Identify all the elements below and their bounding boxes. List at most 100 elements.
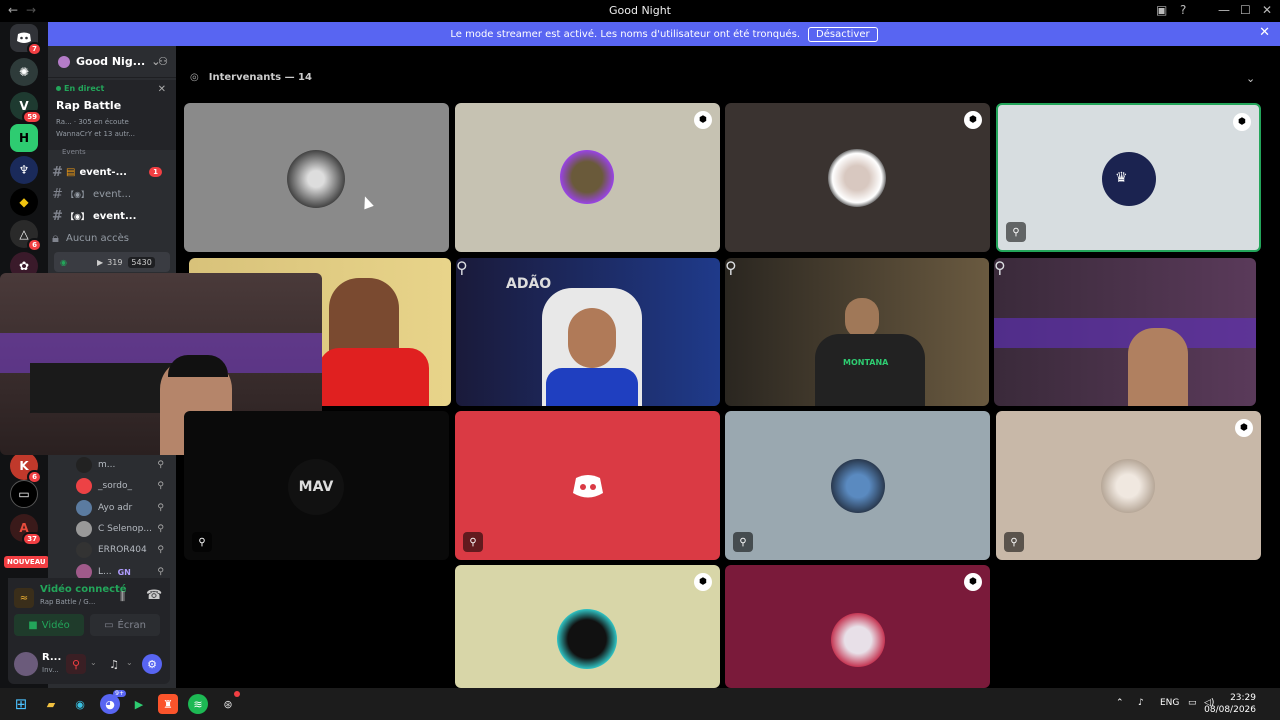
maximize-button[interactable]: ☐ bbox=[1240, 3, 1251, 17]
speaker-tile[interactable]: MAV ⚲ bbox=[184, 411, 449, 560]
live-stage-card[interactable]: En direct ✕ Rap Battle Ra... · 305 en éc… bbox=[48, 80, 176, 150]
screen-share-button[interactable]: ▭ Écran bbox=[90, 614, 160, 636]
hoodie-text: MONTANA bbox=[843, 358, 889, 367]
voice-user[interactable]: _sordo_ ⚲ bbox=[76, 476, 172, 496]
chevron-up-icon[interactable]: ⌃ bbox=[1116, 698, 1124, 708]
network-icon[interactable]: ▭ bbox=[1188, 698, 1197, 708]
spotify-icon[interactable]: ≋ bbox=[188, 694, 208, 714]
moderator-shield-icon: ⬢ bbox=[964, 111, 982, 129]
clock-date: 08/08/2026 bbox=[1204, 705, 1256, 715]
clan-tag: GN bbox=[117, 567, 131, 577]
moderator-shield-icon: ⬢ bbox=[1233, 113, 1251, 131]
lock-icon: 🔒︎ bbox=[52, 230, 59, 246]
avatar bbox=[831, 613, 885, 667]
avatar bbox=[76, 542, 92, 558]
server-header[interactable]: Good Nig... ⌄ ⚇ bbox=[48, 46, 176, 78]
language-indicator[interactable]: ENG bbox=[1160, 698, 1179, 708]
speaker-tile[interactable]: ⬢ bbox=[725, 565, 990, 688]
avatar bbox=[831, 459, 885, 513]
server-badge: 6 bbox=[27, 238, 42, 252]
close-button[interactable]: ✕ bbox=[1262, 3, 1272, 17]
disable-streamer-button[interactable]: Désactiver bbox=[808, 26, 878, 42]
discord-taskbar-icon[interactable]: ◕ 9+ bbox=[100, 690, 126, 714]
close-icon[interactable]: ✕ bbox=[158, 84, 166, 95]
voice-status[interactable]: Vidéo connecté bbox=[40, 584, 127, 595]
system-clock[interactable]: 23:29 08/08/2026 bbox=[1204, 692, 1256, 716]
video-button[interactable]: ■ Vidéo bbox=[14, 614, 84, 636]
disconnect-icon[interactable]: ☎ bbox=[146, 588, 162, 603]
edge-browser-icon[interactable]: ◉ bbox=[70, 694, 90, 714]
server-icon[interactable]: ▭ bbox=[10, 480, 38, 508]
username[interactable]: R... bbox=[42, 652, 61, 663]
camera-tile[interactable]: ⚲ bbox=[994, 258, 1256, 406]
avatar: ♛ bbox=[1102, 152, 1156, 206]
voice-user-label: ERROR404 bbox=[98, 545, 147, 555]
channel-item[interactable]: # 【◉】 event... bbox=[52, 206, 172, 226]
muted-icon: ⚲ bbox=[157, 460, 164, 470]
settings-gear-icon[interactable]: ⚙ bbox=[142, 654, 162, 674]
speaker-tile[interactable]: ⬢ bbox=[725, 103, 990, 252]
signal-icon[interactable]: ≈ bbox=[14, 588, 34, 608]
chevron-down-icon[interactable]: ⌄ bbox=[1246, 72, 1255, 85]
camera-tile[interactable]: MONTANA ⚲ bbox=[725, 258, 989, 406]
mute-icon[interactable]: ⚲ bbox=[66, 654, 86, 674]
clock-time: 23:29 bbox=[1230, 693, 1256, 703]
new-badge: NOUVEAU bbox=[4, 556, 49, 568]
avatar[interactable] bbox=[14, 652, 38, 676]
server-icon[interactable]: H bbox=[10, 124, 38, 152]
voice-user[interactable]: Ayo adr ⚲ bbox=[76, 498, 172, 518]
camera-tile[interactable]: ADÃO ⚲ bbox=[456, 258, 720, 406]
voice-user-label: m... bbox=[98, 460, 116, 470]
camera-icon: ■ bbox=[28, 619, 38, 631]
speaker-tile[interactable]: ⬢ bbox=[455, 103, 720, 252]
server-name: Good Nig... bbox=[76, 55, 146, 68]
muted-mic-icon: ⚲ bbox=[456, 258, 468, 277]
server-icon[interactable]: △ 6 bbox=[10, 220, 42, 252]
events-category[interactable]: Events bbox=[62, 148, 86, 156]
headset-icon[interactable]: ♫ bbox=[104, 654, 124, 674]
speaker-tile[interactable]: ⬢ ⚲ bbox=[996, 411, 1261, 560]
voice-channel-row[interactable]: ◉ ▶ 319 5430 bbox=[54, 252, 170, 272]
brave-browser-icon[interactable]: ♜ bbox=[158, 694, 178, 714]
home-badge: 7 bbox=[27, 42, 42, 56]
minimize-button[interactable]: — bbox=[1218, 3, 1230, 17]
server-icon[interactable]: ♆ bbox=[10, 156, 38, 184]
inbox-icon[interactable]: ▣ bbox=[1156, 3, 1167, 17]
avatar bbox=[1101, 459, 1155, 513]
speaker-tile[interactable]: ⚲ bbox=[725, 411, 990, 560]
windows-start-icon[interactable]: ⊞ bbox=[11, 694, 31, 714]
server-icon[interactable]: A 37 bbox=[10, 514, 42, 546]
add-member-icon[interactable]: ⚇ bbox=[158, 55, 168, 68]
discord-home-icon[interactable]: 7 bbox=[10, 24, 42, 56]
microphone-icon[interactable]: ♪ bbox=[1138, 698, 1144, 708]
speaker-tile[interactable] bbox=[184, 103, 449, 252]
channel-item[interactable]: # ▤ event-... 1 bbox=[52, 162, 172, 182]
steam-icon[interactable]: ⊛ bbox=[218, 691, 240, 714]
streaming-app-icon[interactable]: ▶ bbox=[129, 694, 149, 714]
voice-user[interactable]: C Selenop... ⚲ bbox=[76, 519, 172, 539]
voice-channel-name[interactable]: Rap Battle / G... bbox=[40, 598, 95, 606]
server-icon[interactable]: V 59 bbox=[10, 92, 42, 124]
speaker-tile[interactable]: ⚲ bbox=[455, 411, 720, 560]
voice-user[interactable]: ERROR404 ⚲ bbox=[76, 540, 172, 560]
speaker-tile-active[interactable]: ♛ ⬢ ⚲ bbox=[996, 103, 1261, 252]
server-icon[interactable]: ◆ bbox=[10, 188, 38, 216]
camera-icon: ▶ bbox=[96, 257, 104, 267]
server-icon[interactable]: ✺ bbox=[10, 58, 38, 86]
file-explorer-icon[interactable]: ▰ bbox=[41, 694, 61, 714]
video-count: 319 bbox=[107, 257, 123, 267]
moderator-shield-icon: ⬢ bbox=[964, 573, 982, 591]
help-icon[interactable]: ? bbox=[1180, 3, 1186, 17]
banner-close-icon[interactable]: ✕ bbox=[1259, 25, 1270, 40]
chevron-down-icon[interactable]: ⌄ bbox=[90, 658, 97, 667]
crown-icon: ♛ bbox=[1115, 170, 1128, 186]
chevron-down-icon[interactable]: ⌄ bbox=[126, 658, 133, 667]
voice-user[interactable]: m... ⚲ bbox=[76, 455, 172, 475]
noise-suppression-icon[interactable]: ⫼ bbox=[120, 590, 125, 604]
channel-item[interactable]: 🔒︎ Aucun accès bbox=[52, 228, 172, 248]
server-icon[interactable]: K 6 bbox=[10, 452, 42, 484]
channel-item[interactable]: # 【◉】 event... bbox=[52, 184, 172, 204]
speaker-tile[interactable]: ⬢ bbox=[455, 565, 720, 688]
windows-taskbar: ⊞ ▰ ◉ ◕ 9+ ▶ ♜ ≋ ⊛ ⌃ ♪ ENG ▭ ◁) 23:29 08… bbox=[0, 688, 1280, 720]
avatar bbox=[76, 521, 92, 537]
